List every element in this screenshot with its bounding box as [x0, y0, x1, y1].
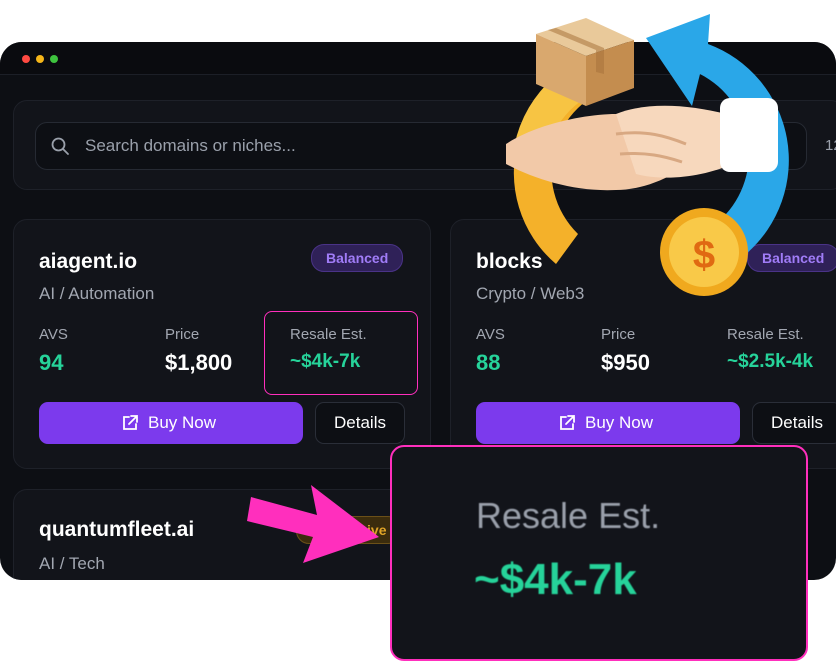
resale-value: ~$4k-7k [290, 351, 361, 372]
domain-card: aiagent.io Balanced AI / Automation AVS … [13, 219, 431, 469]
close-dot[interactable] [22, 55, 30, 63]
svg-text:$: $ [693, 233, 715, 277]
result-count: 12 [825, 137, 836, 154]
zoom-resale-value: ~$4k-7k [474, 555, 637, 604]
price-label: Price [165, 326, 200, 343]
zoom-resale-label: Resale Est. [476, 495, 661, 536]
resale-value: ~$2.5k-4k [727, 351, 814, 372]
resale-label: Resale Est. [290, 326, 367, 343]
buy-now-label: Buy Now [148, 413, 217, 432]
avs-value: 88 [476, 350, 501, 375]
external-link-icon [123, 415, 138, 430]
avs-value: 94 [39, 350, 64, 375]
avs-label: AVS [39, 326, 68, 343]
external-link-icon [560, 415, 575, 430]
search-icon [51, 137, 69, 155]
search-placeholder: Search domains or niches... [85, 136, 296, 155]
pointer-arrow [247, 485, 379, 563]
buy-now-button[interactable]: Buy Now [39, 402, 303, 444]
price-label: Price [601, 326, 636, 343]
niche-label: AI / Automation [39, 284, 155, 303]
domain-name: aiagent.io [39, 250, 138, 273]
avs-label: AVS [476, 326, 505, 343]
details-button[interactable]: Details [315, 402, 405, 444]
buy-now-button[interactable]: Buy Now [476, 402, 740, 444]
price-value: $950 [601, 350, 650, 375]
strategy-badge: Balanced [311, 244, 404, 272]
zoom-callout: Resale Est. ~$4k-7k [390, 445, 808, 661]
maximize-dot[interactable] [50, 55, 58, 63]
details-button[interactable]: Details [752, 402, 836, 444]
handshake-illustration: $ [506, 14, 789, 296]
niche-label: AI / Tech [39, 554, 105, 573]
minimize-dot[interactable] [36, 55, 44, 63]
resale-label: Resale Est. [727, 326, 804, 343]
domain-name: quantumfleet.ai [39, 518, 195, 541]
price-value: $1,800 [165, 350, 233, 375]
buy-now-label: Buy Now [585, 413, 654, 432]
